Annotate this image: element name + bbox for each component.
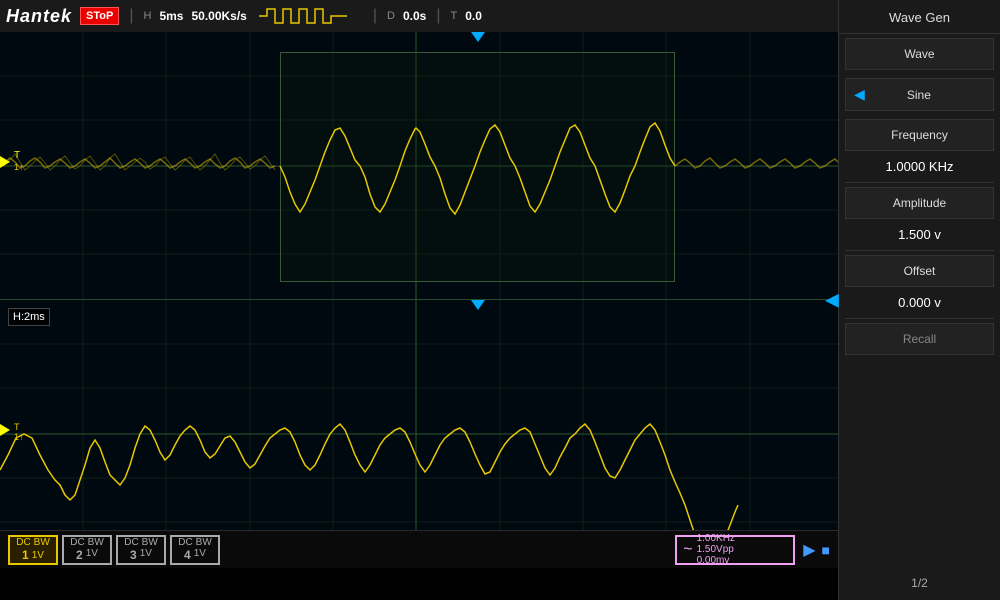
ch2-num: 2	[76, 548, 83, 562]
gen-symbol: ~	[683, 541, 692, 559]
ch1-scale: 1V	[32, 550, 44, 561]
page-indicator: 1/2	[839, 566, 1000, 600]
side-arrow-icon[interactable]: ◀	[825, 290, 839, 311]
trigger-arrow-lower	[0, 424, 10, 436]
ch1-num: 1	[22, 548, 29, 562]
upper-waveform-panel: T 1↑	[0, 32, 838, 300]
ch2-scale: 1V	[86, 548, 98, 562]
ch3-box[interactable]: DC BW 3 1V	[116, 535, 166, 565]
brand-logo: Hantek	[6, 6, 72, 27]
bluetooth-icon: ▶	[803, 540, 815, 560]
ch3-bw: BW	[142, 537, 158, 548]
h-label: H	[143, 10, 151, 22]
ch2-box[interactable]: DC BW 2 1V	[62, 535, 112, 565]
recall-button[interactable]: Recall	[845, 323, 994, 355]
d-value: 0.0s	[403, 9, 426, 23]
amplitude-button[interactable]: Amplitude	[845, 187, 994, 219]
lower-waveform-panel: H:2ms T 1↑	[0, 300, 838, 568]
status-bar: DC BW 1 1V DC BW 2 1V DC BW	[0, 530, 838, 568]
trigger-marker-lower: T 1↑	[0, 424, 10, 436]
gen-values: 1.00KHz 1.50Vpp 0.00mv	[697, 533, 735, 566]
trigger-label-1b: 1↑	[14, 432, 24, 442]
ch1-coupling: DC	[16, 537, 30, 548]
channel-indicator: ■	[822, 542, 830, 558]
offset-button[interactable]: Offset	[845, 255, 994, 287]
stop-badge: SToP	[80, 7, 119, 25]
trigger-label-upper: T	[14, 150, 20, 161]
generator-box[interactable]: ~ 1.00KHz 1.50Vpp 0.00mv	[675, 535, 795, 565]
offset-value: 0.000 v	[845, 291, 994, 319]
ch3-coupling: DC	[124, 537, 138, 548]
ch4-num: 4	[184, 548, 191, 562]
wave-button[interactable]: Wave	[845, 38, 994, 70]
sample-rate: 50.00Ks/s	[191, 9, 246, 23]
upper-waveform	[0, 32, 838, 299]
frequency-button[interactable]: Frequency	[845, 119, 994, 151]
ch3-num: 3	[130, 548, 137, 562]
gen-vpp: 1.50Vpp	[697, 544, 735, 555]
wave-type-value: Sine	[907, 88, 931, 102]
gen-freq: 1.00KHz	[697, 533, 735, 544]
ch4-coupling: DC	[178, 537, 192, 548]
ch1-bw: BW	[34, 537, 50, 548]
scope-display: T 1↑ H:2ms	[0, 32, 838, 568]
wave-gen-title: Wave Gen	[839, 0, 1000, 34]
sine-wave-button[interactable]: ◀ Sine	[845, 78, 994, 111]
frequency-value: 1.0000 KHz	[845, 155, 994, 183]
gen-offset: 0.00mv	[697, 555, 735, 566]
amplitude-value: 1.500 v	[845, 223, 994, 251]
lower-waveform	[0, 300, 838, 568]
ch4-scale: 1V	[194, 548, 206, 562]
t-value: 0.0	[465, 9, 482, 23]
t-label: T	[450, 10, 457, 22]
ch4-box[interactable]: DC BW 4 1V	[170, 535, 220, 565]
trigger-label-1: 1↑	[14, 162, 24, 172]
left-arrow-icon: ◀	[854, 86, 865, 103]
timebase-value: 5ms	[159, 9, 183, 23]
ch2-coupling: DC	[70, 537, 84, 548]
ch3-scale: 1V	[140, 548, 152, 562]
ch4-bw: BW	[196, 537, 212, 548]
right-panel: Wave Gen Wave ◀ Sine Frequency 1.0000 KH…	[838, 0, 1000, 600]
trigger-marker-upper: T 1↑	[0, 156, 10, 168]
trigger-arrow-upper	[0, 156, 10, 168]
toolbar: Hantek SToP | H 5ms 50.00Ks/s | D 0.0s |…	[0, 0, 838, 32]
trigger-label-lower: T	[14, 422, 20, 432]
waveform-icon	[259, 6, 359, 26]
ch1-box[interactable]: DC BW 1 1V	[8, 535, 58, 565]
d-label: D	[387, 10, 395, 22]
ch2-bw: BW	[88, 537, 104, 548]
